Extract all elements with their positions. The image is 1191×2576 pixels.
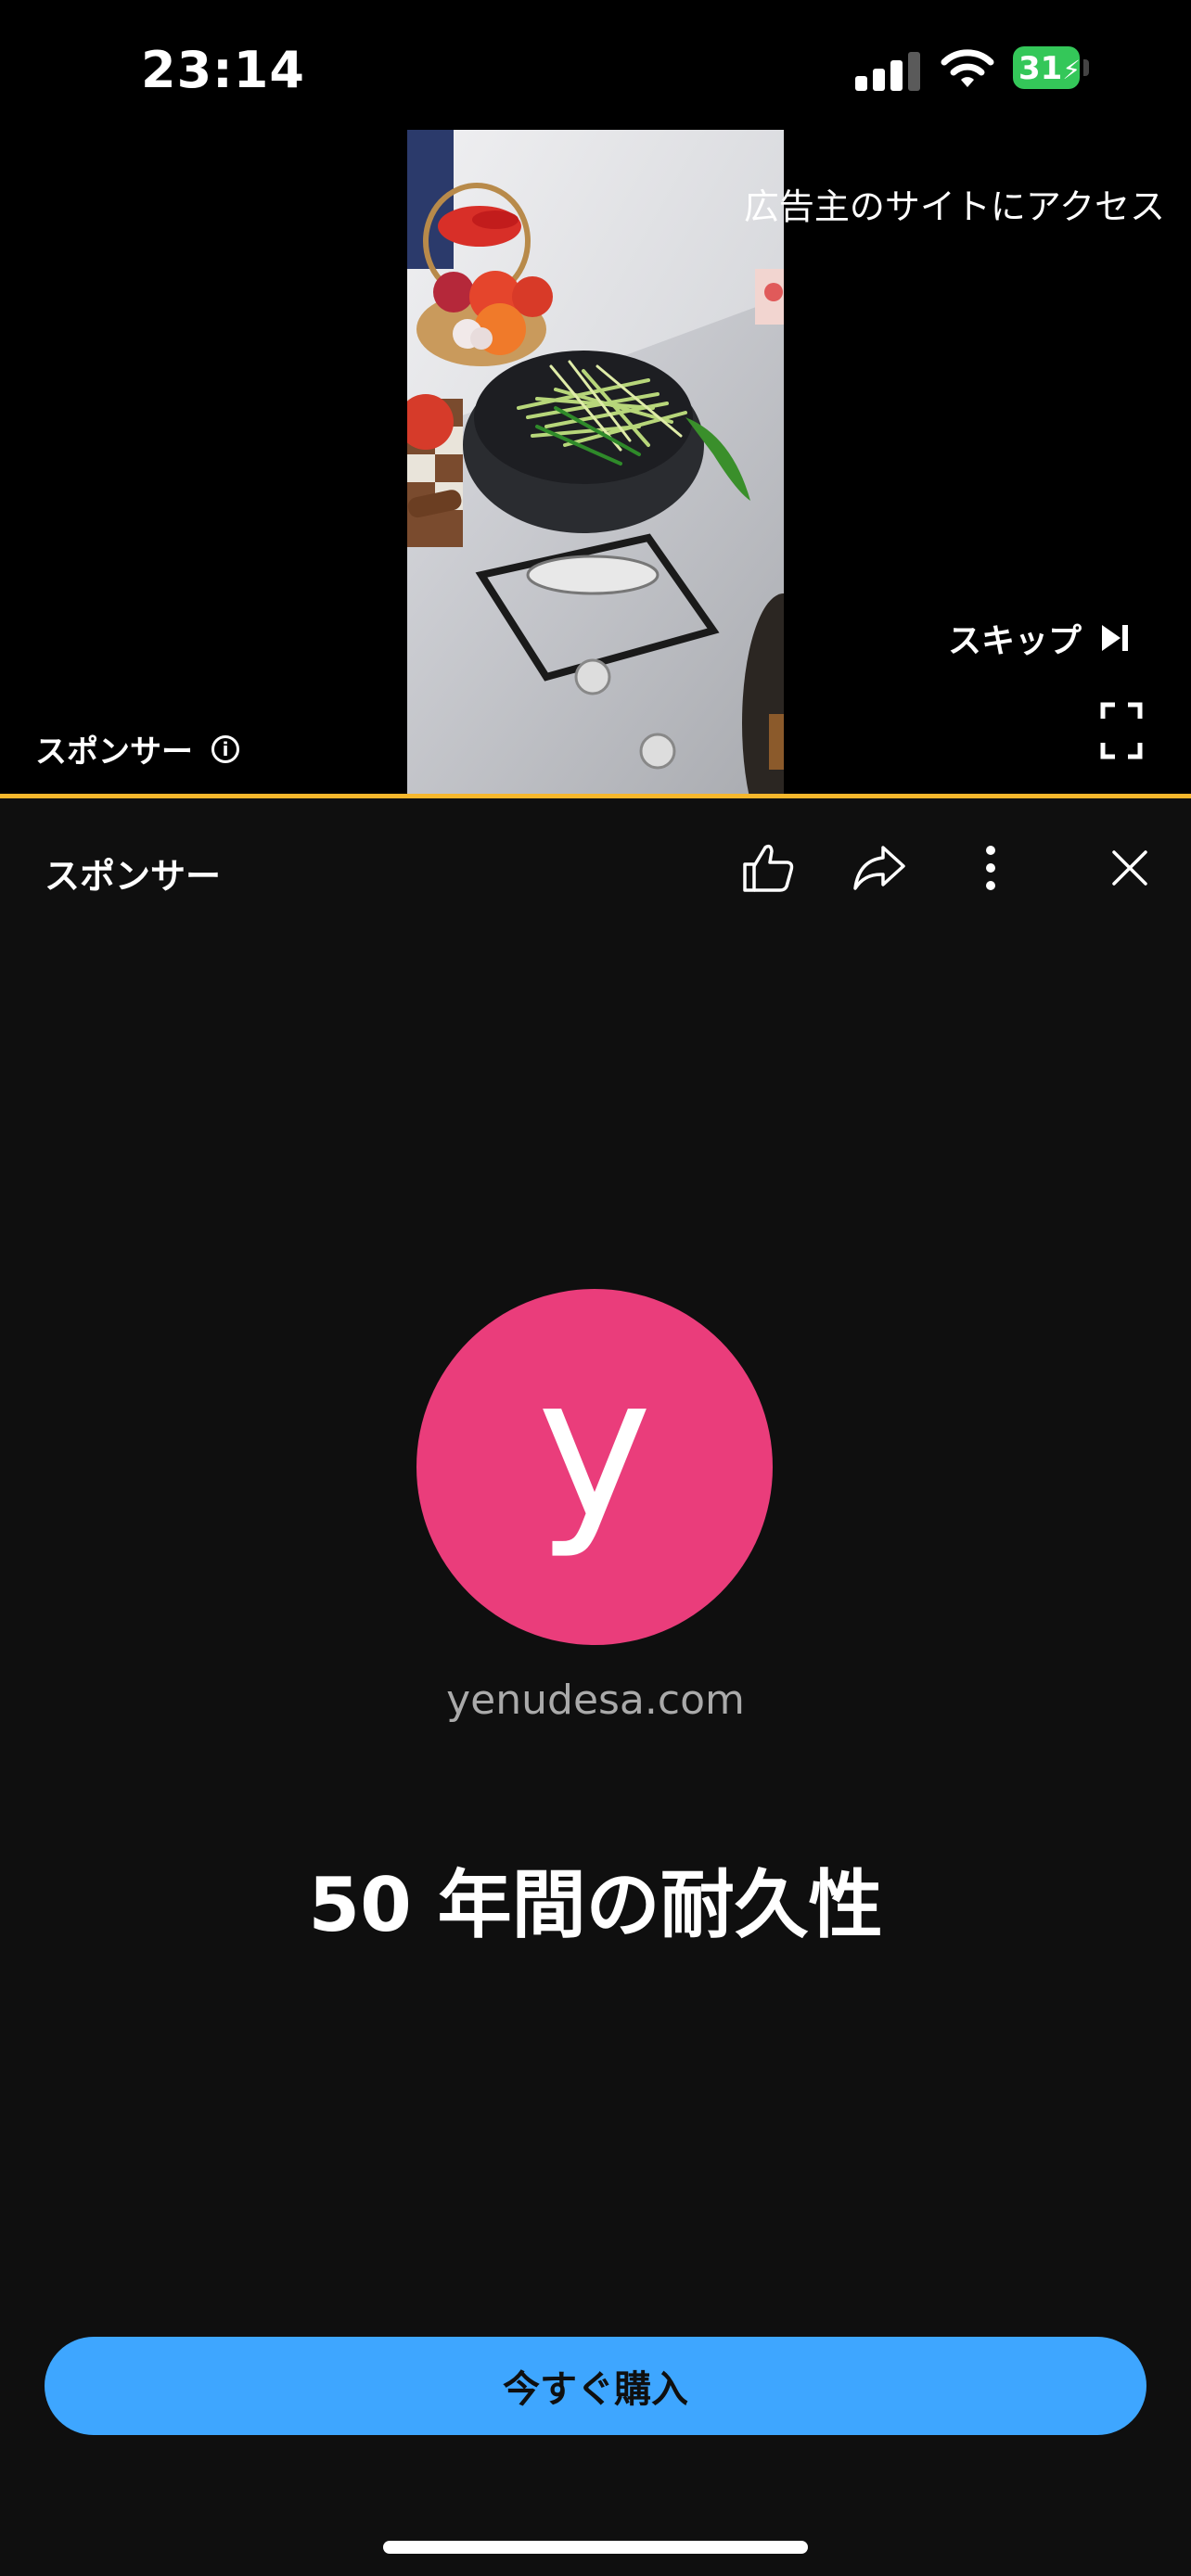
- ad-video-frame[interactable]: [407, 130, 784, 796]
- cellular-signal-icon: [855, 48, 920, 91]
- sponsor-overlay-text: スポンサー: [35, 733, 193, 771]
- ad-progress-bar: [0, 794, 1191, 798]
- panel-title: スポンサー: [45, 856, 222, 897]
- avatar-letter: y: [536, 1334, 653, 1562]
- battery-icon: 31⚡: [1013, 46, 1093, 89]
- wifi-icon: [941, 49, 994, 87]
- status-bar: 23:14 31⚡: [0, 0, 1191, 130]
- share-icon[interactable]: [850, 838, 909, 898]
- ad-headline: 50 年間の耐久性: [308, 1862, 883, 1948]
- status-time: 23:14: [141, 41, 305, 99]
- home-indicator[interactable]: [383, 2541, 808, 2554]
- thumbs-up-icon[interactable]: [738, 838, 798, 898]
- buy-now-button[interactable]: 今すぐ購入: [45, 2337, 1146, 2435]
- advertiser-domain: yenudesa.com: [446, 1677, 745, 1724]
- sponsor-overlay-label[interactable]: スポンサー i: [35, 726, 239, 772]
- battery-level: 31: [1018, 50, 1063, 87]
- ad-panel-header: スポンサー: [0, 799, 1191, 938]
- visit-advertiser-link[interactable]: 広告主のサイトにアクセス: [744, 178, 1165, 229]
- info-icon[interactable]: i: [211, 734, 239, 763]
- more-vert-icon[interactable]: [961, 838, 1020, 898]
- close-icon[interactable]: [1100, 838, 1159, 898]
- advertiser-avatar[interactable]: y: [416, 1289, 773, 1645]
- skip-ad-button[interactable]: スキップ: [948, 612, 1130, 664]
- video-player[interactable]: 広告主のサイトにアクセス スキップ スポンサー i: [0, 130, 1191, 796]
- skip-next-icon: [1102, 625, 1129, 651]
- fullscreen-icon[interactable]: [1100, 702, 1143, 759]
- skip-label: スキップ: [948, 622, 1082, 660]
